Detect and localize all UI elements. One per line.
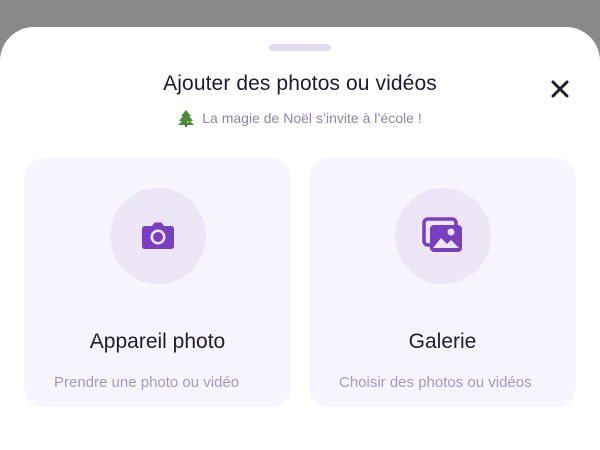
christmas-tree-icon <box>178 109 195 127</box>
camera-option-description: Prendre une photo ou vidéo <box>54 374 240 391</box>
camera-icon <box>142 222 174 249</box>
gallery-icon <box>422 217 462 252</box>
bottom-sheet: Ajouter des photos ou vidéos La magie de… <box>0 27 600 450</box>
gallery-icon-circle <box>395 188 491 284</box>
gallery-option-description: Choisir des photos ou vidéos <box>339 374 532 391</box>
close-button[interactable] <box>544 73 576 105</box>
close-icon <box>551 80 569 98</box>
sheet-title: Ajouter des photos ou vidéos <box>163 72 437 95</box>
camera-option-card[interactable]: Appareil photo Prendre une photo ou vidé… <box>24 158 291 407</box>
camera-option-title: Appareil photo <box>89 330 226 353</box>
gallery-option-title: Galerie <box>408 330 477 353</box>
subtitle-text: La magie de Noël s’invite à l’école ! <box>202 110 422 126</box>
camera-icon-circle <box>110 188 206 284</box>
sheet-subtitle: La magie de Noël s’invite à l’école ! <box>0 109 600 127</box>
gallery-option-card[interactable]: Galerie Choisir des photos ou vidéos <box>309 158 576 407</box>
sheet-grabber-handle[interactable] <box>269 44 331 51</box>
